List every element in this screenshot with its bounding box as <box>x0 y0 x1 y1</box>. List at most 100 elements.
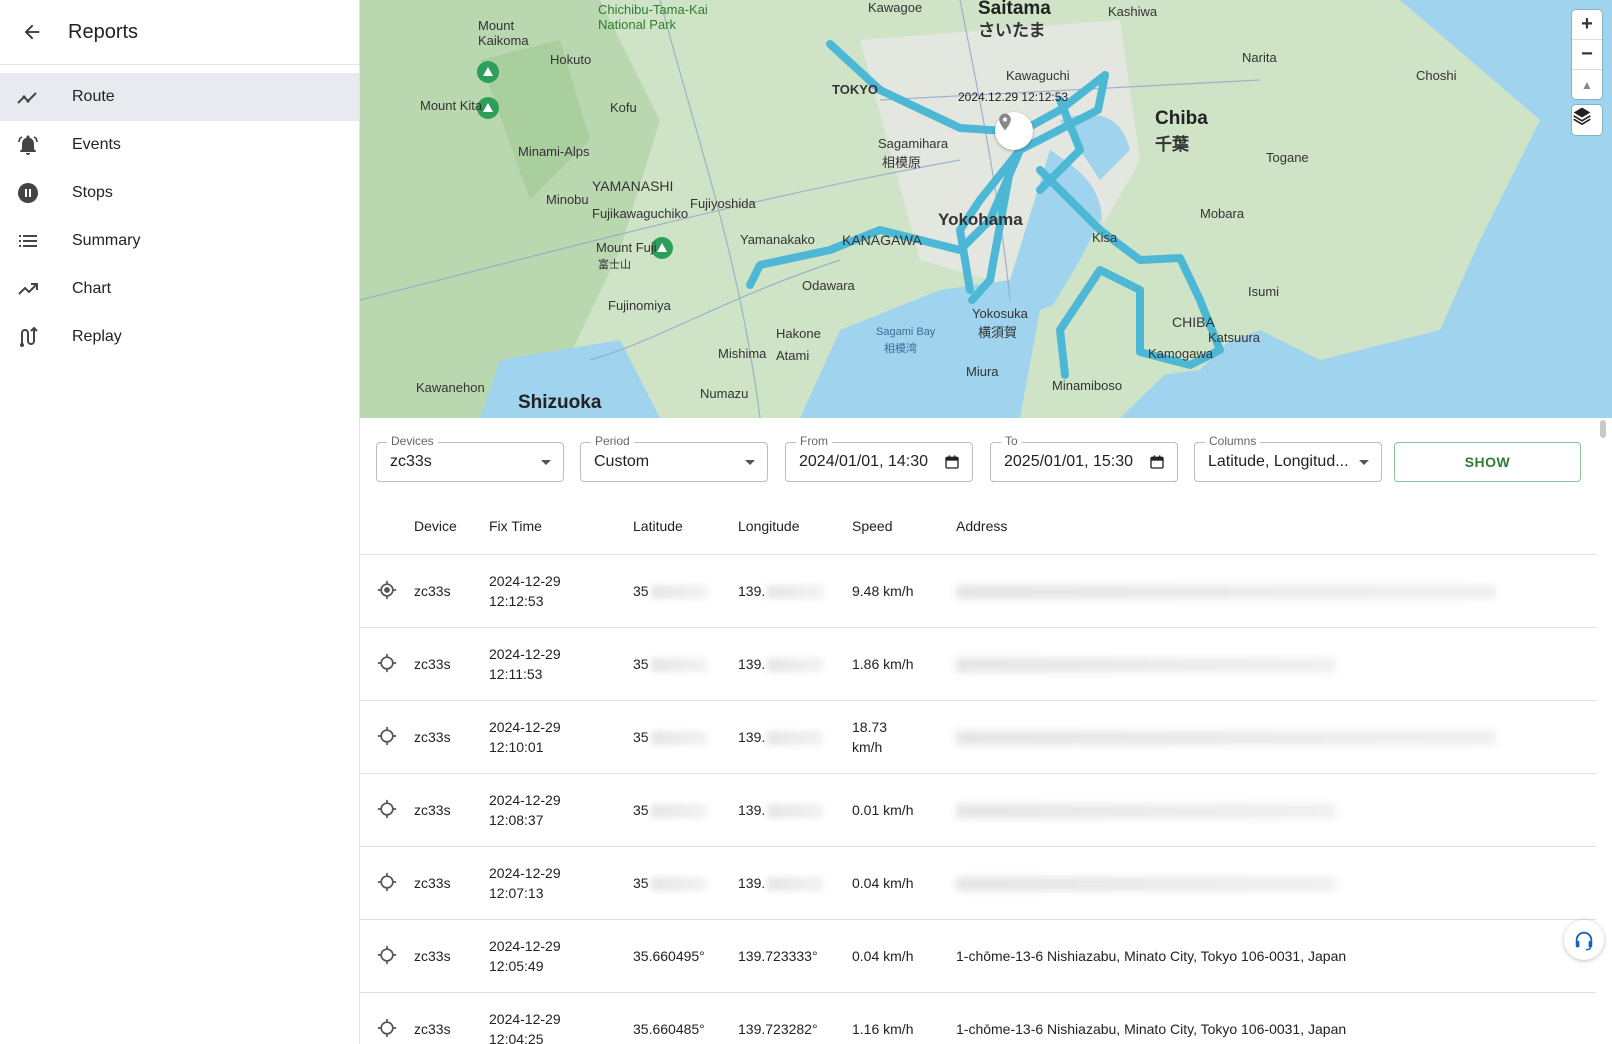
dropdown-arrow-icon <box>745 460 755 465</box>
route-table: Device Fix Time Latitude Longitude Speed… <box>360 498 1596 1044</box>
latitude-value: 35 <box>633 728 649 745</box>
to-date-input[interactable]: To 2025/01/01, 15:30 <box>990 434 1178 482</box>
report-nav: Route Events Stops Summary Chart Replay <box>0 65 359 361</box>
table-row[interactable]: zc33s 2024-12-29 12:11:53 35 139. 1.86 km/h <box>360 627 1596 701</box>
longitude-value: 139. <box>738 728 766 745</box>
locate-row-icon[interactable] <box>377 580 397 600</box>
header-select <box>360 498 414 555</box>
fix-date: 2024-12-29 <box>489 1011 561 1027</box>
locate-row-icon[interactable] <box>377 872 397 892</box>
table-row[interactable]: zc33s 2024-12-29 12:08:37 35 139. 0.01 km/h <box>360 773 1596 847</box>
map-label-hakone: Hakone <box>776 326 821 341</box>
nav-item-stops[interactable]: Stops <box>0 169 359 217</box>
latitude-value: 35.660495° <box>633 948 705 964</box>
map-label-kamogawa: Kamogawa <box>1148 346 1214 361</box>
header-address: Address <box>956 498 1596 555</box>
latitude-cell: 35 <box>633 627 738 701</box>
table-row[interactable]: zc33s 2024-12-29 12:05:49 35.660495° 139.723… <box>360 919 1596 993</box>
table-row[interactable]: zc33s 2024-12-29 12:10:01 35 139. 18.73 km/h <box>360 700 1596 774</box>
nav-item-chart[interactable]: Chart <box>0 265 359 313</box>
from-date-input[interactable]: From 2024/01/01, 14:30 <box>785 434 973 482</box>
table-row[interactable]: zc33s 2024-12-29 12:07:13 35 139. 0.04 km/h <box>360 846 1596 920</box>
map-label-saitama-jp: さいたま <box>978 21 1046 40</box>
support-chat-button[interactable] <box>1564 920 1604 960</box>
map-label-mount-kaikoma: Mount Kaikoma <box>478 18 529 48</box>
longitude-cell: 139. <box>738 773 852 847</box>
nav-item-events[interactable]: Events <box>0 121 359 169</box>
list-icon <box>0 229 72 253</box>
calendar-icon[interactable] <box>944 454 960 470</box>
map-label-togane: Togane <box>1266 150 1309 165</box>
map-label-yamanashi: YAMANASHI <box>592 178 674 194</box>
replay-icon <box>0 325 72 349</box>
header-speed: Speed <box>852 498 956 555</box>
devices-select[interactable]: Devices zc33s <box>376 434 564 482</box>
map-label-isumi: Isumi <box>1248 284 1280 299</box>
devices-value: zc33s <box>390 453 432 470</box>
nav-item-label: Chart <box>72 280 112 297</box>
calendar-icon[interactable] <box>1149 454 1165 470</box>
longitude-value: 139. <box>738 801 766 818</box>
redacted-value <box>650 658 707 673</box>
nav-item-replay[interactable]: Replay <box>0 313 359 361</box>
period-select[interactable]: Period Custom <box>580 434 768 482</box>
map-label-mount-fuji-jp: 富士山 <box>598 259 631 271</box>
locate-row-icon[interactable] <box>377 653 397 673</box>
fix-time-cell: 2024-12-29 12:05:49 <box>489 919 633 993</box>
headset-icon <box>1575 931 1593 951</box>
longitude-value: 139.723282° <box>738 1021 818 1037</box>
nav-item-route[interactable]: Route <box>0 73 359 121</box>
map-label-sagami-bay: Sagami Bay <box>876 326 936 338</box>
locate-row-icon[interactable] <box>377 945 397 965</box>
scrollbar-thumb[interactable] <box>1600 420 1606 438</box>
address-value: 1-chōme-13-6 Nishiazabu, Minato City, To… <box>956 1021 1347 1037</box>
nav-item-label: Replay <box>72 328 122 345</box>
locate-row-icon[interactable] <box>377 1018 397 1038</box>
redacted-value <box>650 877 707 892</box>
zoom-out-button[interactable]: − <box>1572 40 1602 70</box>
route-map[interactable]: 2024.12.29 12:12:53 Saitama さいたま TOKYO K… <box>360 0 1612 418</box>
dropdown-arrow-icon <box>541 460 551 465</box>
locate-row-icon[interactable] <box>377 799 397 819</box>
location-pin-icon <box>999 113 1011 131</box>
longitude-cell: 139. <box>738 627 852 701</box>
fix-time: 12:07:13 <box>489 885 544 901</box>
map-layers-button[interactable] <box>1572 105 1602 135</box>
redacted-value <box>767 804 824 819</box>
speed-value: 1.86 km/h <box>852 627 956 701</box>
device-value: zc33s <box>414 554 489 628</box>
nav-item-summary[interactable]: Summary <box>0 217 359 265</box>
trending-up-icon <box>0 277 72 301</box>
map-label-minamiboso: Minamiboso <box>1052 378 1123 393</box>
address-cell: 1-chōme-13-6 Nishiazabu, Minato City, To… <box>956 919 1596 993</box>
redacted-address <box>956 585 1496 600</box>
latitude-value: 35.660485° <box>633 1021 705 1037</box>
period-label: Period <box>591 434 634 448</box>
redacted-value <box>767 731 824 746</box>
columns-value: Latitude, Longitud... <box>1208 453 1349 470</box>
longitude-value: 139.723333° <box>738 948 818 964</box>
latitude-cell: 35 <box>633 700 738 774</box>
current-position-marker[interactable] <box>995 112 1033 150</box>
map-label-mishima: Mishima <box>718 346 767 361</box>
table-row[interactable]: zc33s 2024-12-29 12:12:53 35 139. 9.48 km/h <box>360 554 1596 628</box>
back-button[interactable] <box>0 0 64 64</box>
map-label-minobu: Minobu <box>546 192 589 207</box>
header-device: Device <box>414 498 489 555</box>
locate-row-icon[interactable] <box>377 726 397 746</box>
show-button[interactable]: SHOW <box>1394 442 1581 482</box>
redacted-address <box>956 877 1336 892</box>
compass-button[interactable]: ▲ <box>1572 70 1602 99</box>
fix-date: 2024-12-29 <box>489 646 561 662</box>
nav-item-label: Stops <box>72 184 113 201</box>
latitude-cell: 35 <box>633 846 738 920</box>
map-label-kanagawa: KANAGAWA <box>842 232 922 248</box>
address-cell <box>956 773 1596 847</box>
table-row[interactable]: zc33s 2024-12-29 12:04:25 35.660485° 139.723… <box>360 992 1596 1044</box>
fix-date: 2024-12-29 <box>489 792 561 808</box>
zoom-in-button[interactable]: + <box>1572 10 1602 40</box>
map-label-shizuoka: Shizuoka <box>518 392 602 413</box>
columns-select[interactable]: Columns Latitude, Longitud... <box>1194 434 1382 482</box>
latitude-value: 35 <box>633 582 649 599</box>
speed-value: 0.04 km/h <box>852 919 956 993</box>
